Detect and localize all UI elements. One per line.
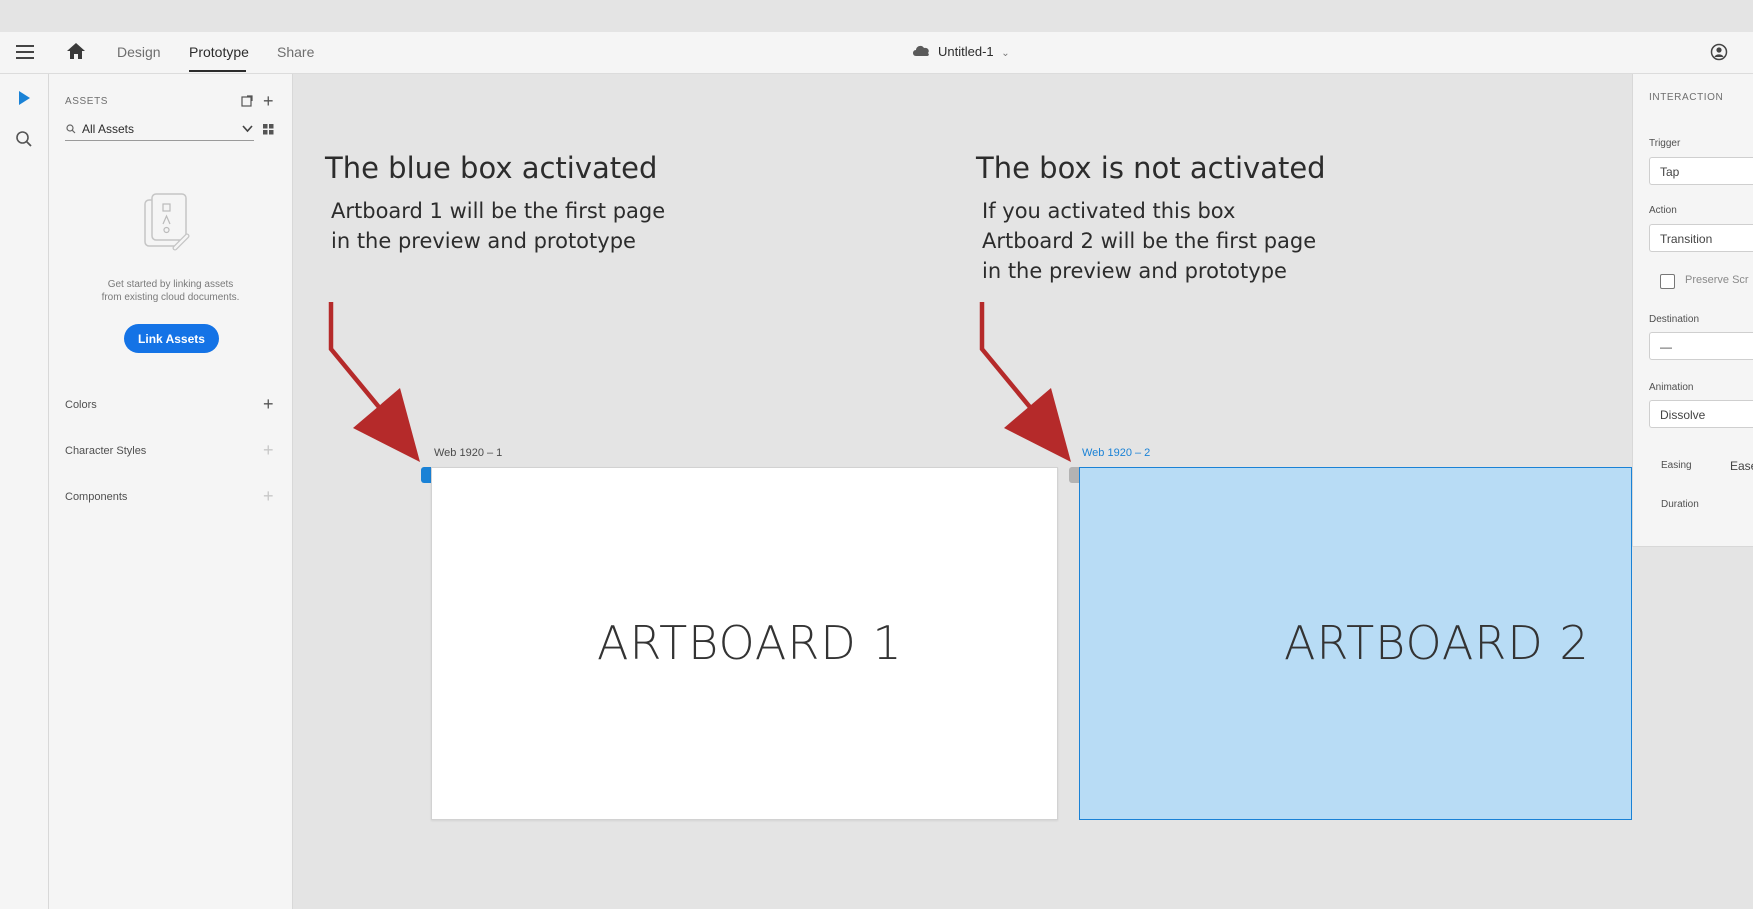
arrow-right (979, 302, 1071, 462)
add-component-icon[interactable]: + (263, 487, 274, 505)
annotation-right-title: The box is not activated (976, 151, 1326, 185)
preserve-scroll-label: Preserve Scr (1685, 274, 1749, 286)
section-components[interactable]: Components (65, 491, 127, 503)
annotation-left-body: Artboard 1 will be the first page in the… (331, 196, 665, 256)
action-select[interactable]: Transition (1649, 224, 1753, 252)
tool-strip (0, 74, 49, 909)
home-icon[interactable] (65, 41, 87, 61)
destination-label: Destination (1649, 314, 1700, 325)
section-character-styles[interactable]: Character Styles (65, 445, 146, 457)
duration-label: Duration (1661, 499, 1699, 510)
artboard-2-text: ARTBOARD 2 (1284, 616, 1590, 670)
assets-filter[interactable]: All Assets (65, 120, 254, 141)
interaction-heading: INTERACTION (1649, 92, 1724, 103)
destination-select[interactable]: — (1649, 332, 1753, 360)
interaction-panel: INTERACTION Trigger Tap Action Transitio… (1632, 74, 1753, 547)
preserve-scroll-checkbox[interactable] (1660, 274, 1675, 289)
tab-design[interactable]: Design (117, 44, 161, 60)
document-title-text: Untitled-1 (938, 44, 994, 59)
search-icon[interactable] (15, 130, 33, 148)
active-tab-underline (189, 70, 246, 72)
grid-view-icon[interactable] (263, 124, 274, 135)
annotation-left-title: The blue box activated (325, 151, 658, 185)
empty-message-line-1: Get started by linking assets (107, 279, 234, 290)
assets-panel: ASSETS + All Assets Get started by linki… (49, 74, 293, 909)
action-label: Action (1649, 205, 1677, 216)
add-asset-icon[interactable]: + (263, 92, 274, 110)
empty-message-line-2: from existing cloud documents. (101, 292, 240, 303)
annotation-left-line-2: in the preview and prototype (331, 229, 636, 253)
top-bar: Design Prototype Share Untitled-1 ⌄ (0, 32, 1753, 74)
home-marker-inactive[interactable] (1069, 467, 1079, 483)
add-character-style-icon[interactable]: + (263, 441, 274, 459)
easing-select[interactable]: Ease (1730, 459, 1753, 473)
chevron-down-icon: ⌄ (1001, 48, 1010, 59)
annotation-right-line-3: in the preview and prototype (982, 259, 1287, 283)
annotation-right-line-1: If you activated this box (982, 199, 1236, 223)
window-title-strip (0, 0, 1753, 32)
artboard-2[interactable]: ARTBOARD 2 (1079, 467, 1632, 820)
select-tool-icon[interactable] (17, 90, 31, 106)
arrow-left (328, 302, 420, 462)
trigger-label: Trigger (1649, 138, 1681, 149)
search-icon (66, 124, 76, 134)
home-marker-active[interactable] (421, 467, 431, 483)
document-title[interactable]: Untitled-1 ⌄ (938, 44, 1010, 59)
cloud-icon (913, 45, 929, 56)
easing-label: Easing (1661, 460, 1692, 471)
user-icon[interactable] (1710, 43, 1728, 61)
chevron-down-icon (242, 125, 253, 133)
artboard-1-label[interactable]: Web 1920 – 1 (434, 447, 502, 459)
animation-select[interactable]: Dissolve (1649, 400, 1753, 428)
artboard-1[interactable]: ARTBOARD 1 (431, 467, 1058, 820)
assets-filter-value: All Assets (82, 122, 135, 136)
annotation-right-line-2: Artboard 2 will be the first page (982, 229, 1317, 253)
menu-icon[interactable] (16, 45, 34, 59)
section-colors[interactable]: Colors (65, 399, 97, 411)
add-color-icon[interactable]: + (263, 395, 274, 413)
tab-prototype[interactable]: Prototype (189, 44, 249, 60)
trigger-select[interactable]: Tap (1649, 157, 1753, 185)
annotation-left-line-1: Artboard 1 will be the first page (331, 199, 666, 223)
artboard-2-label[interactable]: Web 1920 – 2 (1082, 447, 1150, 459)
animation-label: Animation (1649, 382, 1694, 393)
empty-assets-message: Get started by linking assets from exist… (69, 278, 272, 304)
open-library-icon[interactable] (241, 95, 253, 107)
assets-heading: ASSETS (65, 96, 109, 107)
tab-share[interactable]: Share (277, 44, 314, 60)
linked-assets-illustration-icon (144, 193, 190, 251)
link-assets-button[interactable]: Link Assets (124, 324, 219, 353)
annotation-right-body: If you activated this box Artboard 2 wil… (982, 196, 1316, 286)
artboard-1-text: ARTBOARD 1 (597, 616, 903, 670)
